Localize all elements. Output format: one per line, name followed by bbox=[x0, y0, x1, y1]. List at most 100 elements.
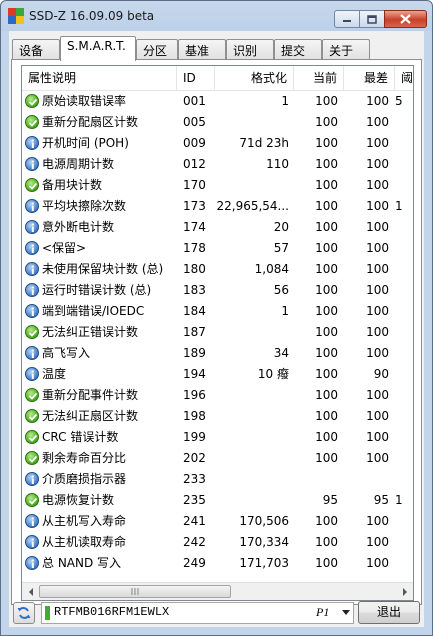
cell-id: 009 bbox=[183, 136, 206, 150]
cell-id: 249 bbox=[183, 556, 206, 570]
cell-id: 198 bbox=[183, 409, 206, 423]
tab-partitions[interactable]: 分区 bbox=[136, 39, 178, 59]
cell-formatted: 22,965,54... bbox=[216, 199, 289, 213]
status-ok-icon bbox=[25, 178, 39, 192]
col-header-formatted[interactable]: 格式化 bbox=[215, 66, 294, 90]
cell-threshold: 1 bbox=[395, 199, 403, 213]
cell-id: 170 bbox=[183, 178, 206, 192]
cell-threshold bbox=[395, 406, 413, 427]
cell-threshold bbox=[395, 112, 413, 133]
cell-worst bbox=[344, 469, 389, 490]
status-ok-icon bbox=[25, 388, 39, 402]
table-row[interactable]: 从主机读取寿命 242 170,334 100 100 bbox=[22, 532, 413, 553]
table-row[interactable]: <保留> 178 57 100 100 bbox=[22, 238, 413, 259]
scrollbar-thumb[interactable] bbox=[39, 585, 231, 598]
table-row[interactable]: 原始读取错误率 001 1 100 100 5 bbox=[22, 91, 413, 112]
cell-threshold bbox=[395, 553, 413, 574]
cell-threshold bbox=[395, 280, 413, 301]
cell-current: 95 bbox=[322, 493, 338, 507]
col-header-worst[interactable]: 最差 bbox=[344, 66, 395, 90]
tab-smart[interactable]: S.M.A.R.T. bbox=[60, 36, 136, 61]
cell-attribute: 备用块计数 bbox=[42, 178, 103, 192]
status-ok-icon bbox=[25, 325, 39, 339]
table-row[interactable]: 无法纠正错误计数 187 100 100 bbox=[22, 322, 413, 343]
cell-id: 199 bbox=[183, 430, 206, 444]
col-header-current[interactable]: 当前 bbox=[294, 66, 344, 90]
table-row[interactable]: 重新分配扇区计数 005 100 100 bbox=[22, 112, 413, 133]
col-header-attribute[interactable]: 属性说明 bbox=[22, 66, 177, 90]
maximize-button[interactable] bbox=[359, 10, 385, 28]
table-row[interactable]: 端到端错误/IOEDC 184 1 100 100 bbox=[22, 301, 413, 322]
table-row[interactable]: 高飞写入 189 34 100 100 bbox=[22, 343, 413, 364]
table-row[interactable]: 总 NAND 写入 249 171,703 100 100 bbox=[22, 553, 413, 574]
cell-current: 100 bbox=[315, 178, 338, 192]
scroll-right-button[interactable] bbox=[396, 583, 413, 600]
exit-button[interactable]: 退出 bbox=[358, 601, 420, 624]
smart-attribute-list[interactable]: 属性说明 ID 格式化 当前 最差 阈 原始读取错误率 001 1 100 100 5 重新… bbox=[21, 65, 414, 601]
cell-formatted: 110 bbox=[266, 157, 289, 171]
status-ok-icon bbox=[25, 493, 39, 507]
cell-attribute: 运行时错误计数 (总) bbox=[42, 283, 152, 297]
table-row[interactable]: 开机时间 (POH) 009 71d 23h 100 100 bbox=[22, 133, 413, 154]
grip-icon bbox=[131, 588, 139, 595]
table-row[interactable]: 介质磨损指示器 233 bbox=[22, 469, 413, 490]
arrow-right-icon bbox=[402, 587, 407, 596]
tab-submit[interactable]: 提交 bbox=[274, 39, 322, 59]
cell-attribute: <保留> bbox=[42, 241, 87, 255]
arrow-left-icon bbox=[28, 587, 33, 596]
cell-attribute: 温度 bbox=[42, 367, 67, 381]
table-row[interactable]: 运行时错误计数 (总) 183 56 100 100 bbox=[22, 280, 413, 301]
table-row[interactable]: 平均块擦除次数 173 22,965,54... 100 100 1 bbox=[22, 196, 413, 217]
cell-formatted bbox=[215, 322, 289, 343]
table-row[interactable]: 电源周期计数 012 110 100 100 bbox=[22, 154, 413, 175]
refresh-button[interactable] bbox=[13, 602, 35, 624]
col-header-threshold[interactable]: 阈 bbox=[395, 66, 413, 90]
cell-worst: 100 bbox=[366, 409, 389, 423]
table-row[interactable]: 重新分配事件计数 196 100 100 bbox=[22, 385, 413, 406]
cell-worst: 100 bbox=[366, 556, 389, 570]
table-row[interactable]: 未使用保留块计数 (总) 180 1,084 100 100 bbox=[22, 259, 413, 280]
drive-select-value: RTFMB016RFM1EWLX bbox=[54, 605, 170, 619]
status-ok-icon bbox=[25, 94, 39, 108]
cell-worst: 100 bbox=[366, 388, 389, 402]
cell-current: 100 bbox=[315, 136, 338, 150]
cell-formatted bbox=[215, 175, 289, 196]
tab-strip: 设备 S.M.A.R.T. 分区 基准 识别 提交 关于 bbox=[9, 36, 424, 61]
cell-current: 100 bbox=[315, 157, 338, 171]
table-row[interactable]: 从主机写入寿命 241 170,506 100 100 bbox=[22, 511, 413, 532]
table-row[interactable]: 意外断电计数 174 20 100 100 bbox=[22, 217, 413, 238]
cell-current: 100 bbox=[315, 304, 338, 318]
col-header-id[interactable]: ID bbox=[177, 66, 215, 90]
info-icon bbox=[25, 283, 39, 297]
table-row[interactable]: 剩余寿命百分比 202 100 100 bbox=[22, 448, 413, 469]
cell-current: 100 bbox=[315, 451, 338, 465]
scroll-left-button[interactable] bbox=[22, 583, 39, 600]
tab-about[interactable]: 关于 bbox=[322, 39, 370, 59]
tab-device[interactable]: 设备 bbox=[12, 39, 60, 59]
tab-benchmark[interactable]: 基准 bbox=[178, 39, 226, 59]
table-row[interactable]: 电源恢复计数 235 95 95 1 bbox=[22, 490, 413, 511]
minimize-button[interactable] bbox=[334, 10, 360, 28]
cell-id: 173 bbox=[183, 199, 206, 213]
table-row[interactable]: 备用块计数 170 100 100 bbox=[22, 175, 413, 196]
cell-formatted: 1 bbox=[281, 304, 289, 318]
cell-current: 100 bbox=[315, 115, 338, 129]
tab-identify[interactable]: 识别 bbox=[226, 39, 274, 59]
table-row[interactable]: CRC 错误计数 199 100 100 bbox=[22, 427, 413, 448]
status-ok-icon bbox=[25, 409, 39, 423]
close-button[interactable] bbox=[384, 10, 427, 28]
cell-worst: 95 bbox=[373, 493, 389, 507]
cell-current: 100 bbox=[315, 556, 338, 570]
horizontal-scrollbar[interactable] bbox=[22, 582, 413, 600]
cell-threshold bbox=[395, 511, 413, 532]
cell-id: 183 bbox=[183, 283, 206, 297]
cell-attribute: 重新分配事件计数 bbox=[42, 388, 139, 402]
drive-select[interactable]: RTFMB016RFM1EWLX P1 bbox=[41, 602, 354, 624]
table-row[interactable]: 无法纠正扇区计数 198 100 100 bbox=[22, 406, 413, 427]
title-bar[interactable]: SSD-Z 16.09.09 beta bbox=[1, 1, 432, 31]
info-icon bbox=[25, 535, 39, 549]
chevron-down-icon bbox=[342, 610, 350, 615]
table-row[interactable]: 温度 194 10 癈 100 90 bbox=[22, 364, 413, 385]
smart-panel: 属性说明 ID 格式化 当前 最差 阈 原始读取错误率 001 1 100 100 5 重新… bbox=[11, 59, 422, 605]
info-icon bbox=[25, 199, 39, 213]
